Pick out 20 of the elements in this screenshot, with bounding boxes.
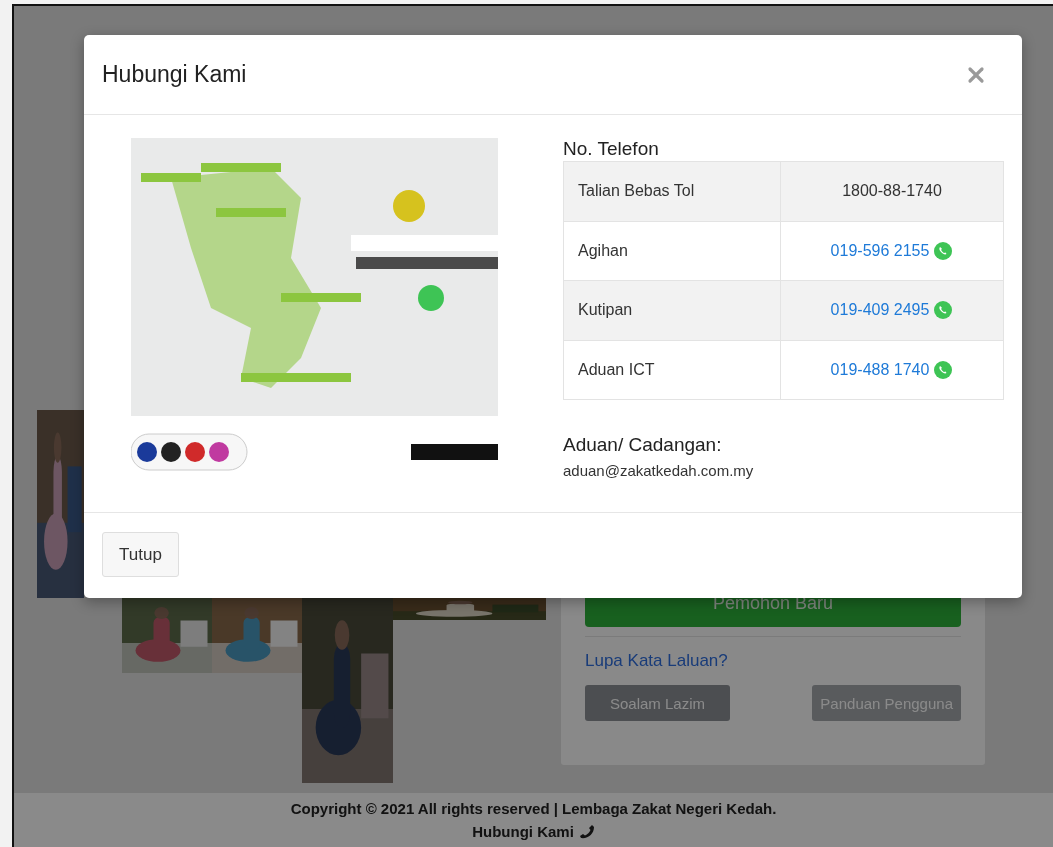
complaint-heading: Aduan/ Cadangan: bbox=[563, 434, 723, 456]
table-cell: Aduan ICT bbox=[563, 340, 781, 400]
whatsapp-icon bbox=[933, 300, 954, 321]
close-dialog-button[interactable]: Tutup bbox=[102, 532, 179, 577]
contact-link[interactable]: Hubungi Kami bbox=[472, 823, 574, 840]
table-cell: Kutipan bbox=[563, 280, 781, 340]
forgot-password-link[interactable]: Lupa Kata Laluan? bbox=[585, 651, 728, 671]
dialog-title: Hubungi Kami bbox=[102, 61, 247, 88]
phone-number: 1800-88-1740 bbox=[842, 182, 942, 200]
phone-heading: No. Telefon bbox=[563, 138, 660, 160]
phone-link[interactable]: 019-409 2495 bbox=[830, 301, 930, 320]
phone-icon bbox=[578, 824, 595, 839]
copyright-text: Copyright © 2021 All rights reserved | Lembaga Zakat Negeri Kedah. bbox=[290, 800, 777, 817]
whatsapp-icon bbox=[933, 240, 954, 261]
email-text: aduan@zakatkedah.com.my bbox=[563, 462, 755, 479]
whatsapp-icon bbox=[933, 359, 954, 380]
phone-link[interactable]: 019-596 2155 bbox=[830, 241, 930, 260]
table-cell: Agihan bbox=[563, 221, 781, 281]
phone-link[interactable]: 019-488 1740 bbox=[830, 360, 930, 379]
table-cell: Talian Bebas Tol bbox=[563, 161, 781, 221]
